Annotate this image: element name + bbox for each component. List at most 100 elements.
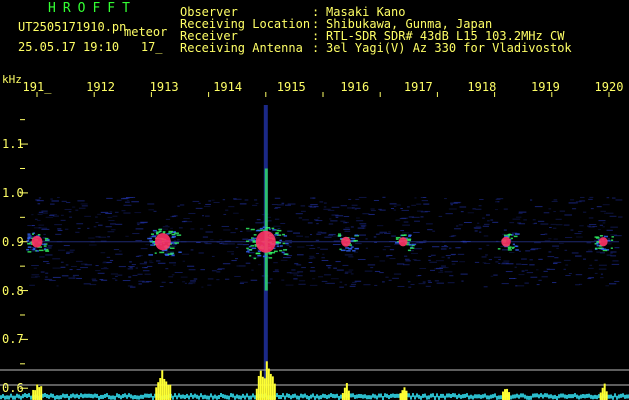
- noise-dot: [404, 258, 410, 260]
- noise-dot: [297, 246, 305, 248]
- noise-dot: [142, 281, 150, 283]
- noise-dot: [301, 267, 306, 269]
- noise-dot: [453, 228, 461, 230]
- noise-dot: [207, 284, 212, 286]
- power-echo-bar: [34, 390, 37, 400]
- echo-dot: [278, 229, 282, 232]
- noise-dot: [414, 197, 417, 199]
- noise-dot: [570, 199, 575, 201]
- noise-dot: [135, 267, 138, 269]
- noise-dot: [606, 254, 612, 256]
- noise-dot: [321, 280, 328, 282]
- noise-dot: [72, 276, 76, 278]
- noise-dot: [31, 214, 34, 216]
- noise-dot: [498, 262, 501, 264]
- noise-dot: [330, 278, 339, 280]
- noise-dot: [547, 256, 555, 258]
- noise-dot: [77, 227, 81, 229]
- noise-dot: [110, 223, 116, 225]
- noise-dot: [115, 253, 123, 255]
- power-noise-bar: [580, 394, 582, 399]
- noise-dot: [518, 211, 527, 213]
- noise-dot: [121, 210, 126, 212]
- noise-dot: [535, 269, 539, 271]
- noise-dot: [478, 205, 482, 207]
- noise-dot: [129, 261, 132, 263]
- noise-dot: [31, 274, 40, 276]
- power-noise-bar: [44, 393, 46, 398]
- noise-dot: [315, 220, 323, 222]
- noise-dot: [450, 204, 453, 206]
- noise-dot: [291, 269, 296, 271]
- noise-dot: [308, 258, 313, 260]
- power-noise-bar: [334, 394, 336, 399]
- freq-tick-label: 0.6: [2, 381, 24, 396]
- power-noise-bar: [142, 394, 144, 399]
- echo-dot: [158, 228, 163, 231]
- noise-dot: [367, 264, 376, 266]
- noise-dot: [485, 214, 490, 216]
- echo-dot: [511, 247, 514, 249]
- power-echo-bar: [36, 384, 39, 400]
- noise-dot: [444, 271, 453, 273]
- power-noise-bar: [380, 393, 382, 398]
- noise-dot: [496, 198, 504, 200]
- noise-dot: [393, 209, 396, 211]
- power-noise-bar: [614, 393, 616, 398]
- noise-dot: [43, 261, 49, 263]
- echo-dot: [510, 237, 513, 240]
- power-echo-bar: [259, 370, 262, 400]
- power-echo-bar: [599, 392, 602, 400]
- power-noise-bar: [412, 393, 414, 398]
- noise-dot: [240, 219, 244, 221]
- noise-dot: [127, 268, 134, 270]
- power-noise-bar: [86, 393, 88, 398]
- noise-dot: [233, 212, 239, 214]
- noise-dot: [61, 275, 69, 277]
- power-echo-bar: [506, 388, 509, 400]
- noise-dot: [84, 215, 92, 217]
- noise-dot: [201, 215, 205, 217]
- noise-dot: [414, 220, 420, 222]
- noise-dot: [88, 237, 95, 239]
- power-echo-bar: [159, 378, 162, 400]
- echo-dot: [246, 247, 249, 250]
- noise-dot: [244, 199, 249, 201]
- noise-dot: [242, 244, 250, 246]
- noise-dot: [112, 278, 116, 280]
- power-noise-bar: [484, 393, 486, 398]
- noise-dot: [221, 225, 230, 227]
- power-noise-bar: [466, 393, 468, 398]
- power-noise-bar: [288, 393, 290, 398]
- echo-dot: [282, 233, 285, 236]
- noise-dot: [474, 230, 478, 232]
- noise-dot: [340, 220, 346, 222]
- noise-dot: [403, 264, 410, 266]
- noise-dot: [60, 261, 64, 263]
- power-noise-bar: [428, 395, 430, 400]
- noise-dot: [118, 266, 126, 268]
- noise-dot: [230, 232, 236, 234]
- power-noise-bar: [306, 395, 308, 400]
- power-noise-bar: [188, 395, 190, 400]
- noise-dot: [68, 211, 72, 213]
- noise-dot: [422, 281, 426, 283]
- noise-dot: [145, 244, 150, 246]
- noise-dot: [447, 282, 455, 284]
- noise-dot: [436, 282, 445, 284]
- power-noise-bar: [592, 395, 594, 400]
- noise-dot: [295, 213, 303, 215]
- power-noise-bar: [110, 395, 112, 400]
- noise-dot: [205, 215, 210, 217]
- noise-dot: [327, 282, 335, 284]
- power-noise-bar: [446, 393, 448, 398]
- noise-dot: [408, 286, 412, 288]
- noise-dot: [397, 285, 405, 287]
- noise-dot: [63, 245, 70, 247]
- echo-dot: [284, 253, 289, 255]
- noise-dot: [237, 243, 243, 245]
- noise-dot: [36, 200, 44, 202]
- power-noise-bar: [494, 393, 496, 398]
- noise-dot: [45, 276, 48, 278]
- noise-dot: [552, 282, 557, 284]
